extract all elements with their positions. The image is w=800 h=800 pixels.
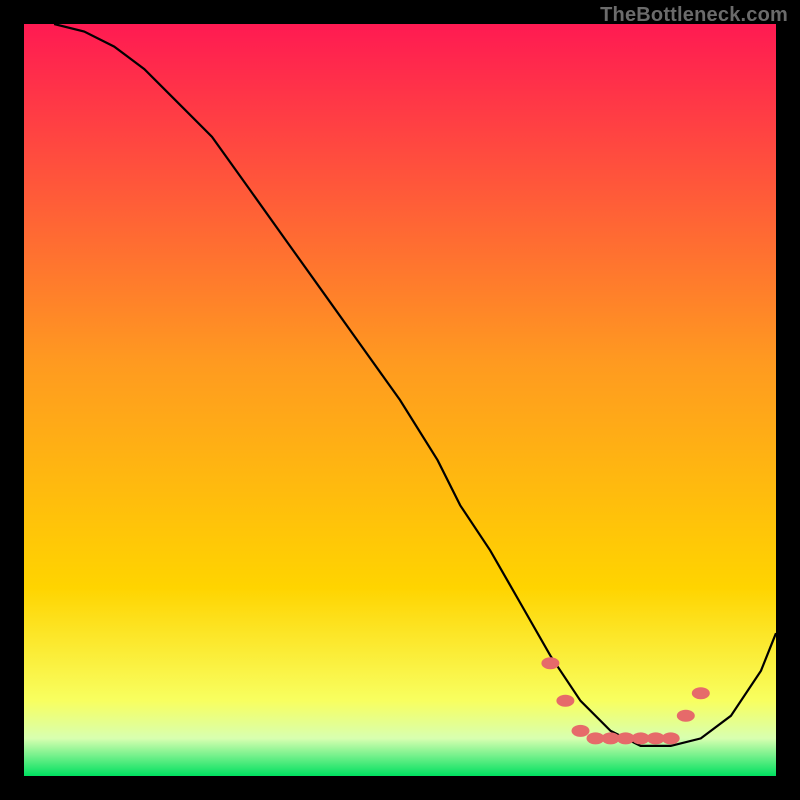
marker-dot — [677, 710, 695, 722]
marker-dot — [692, 687, 710, 699]
marker-dot — [556, 695, 574, 707]
marker-dot — [572, 725, 590, 737]
marker-dot — [541, 657, 559, 669]
chart-frame: TheBottleneck.com — [0, 0, 800, 800]
bottleneck-chart — [24, 24, 776, 776]
marker-dot — [662, 732, 680, 744]
